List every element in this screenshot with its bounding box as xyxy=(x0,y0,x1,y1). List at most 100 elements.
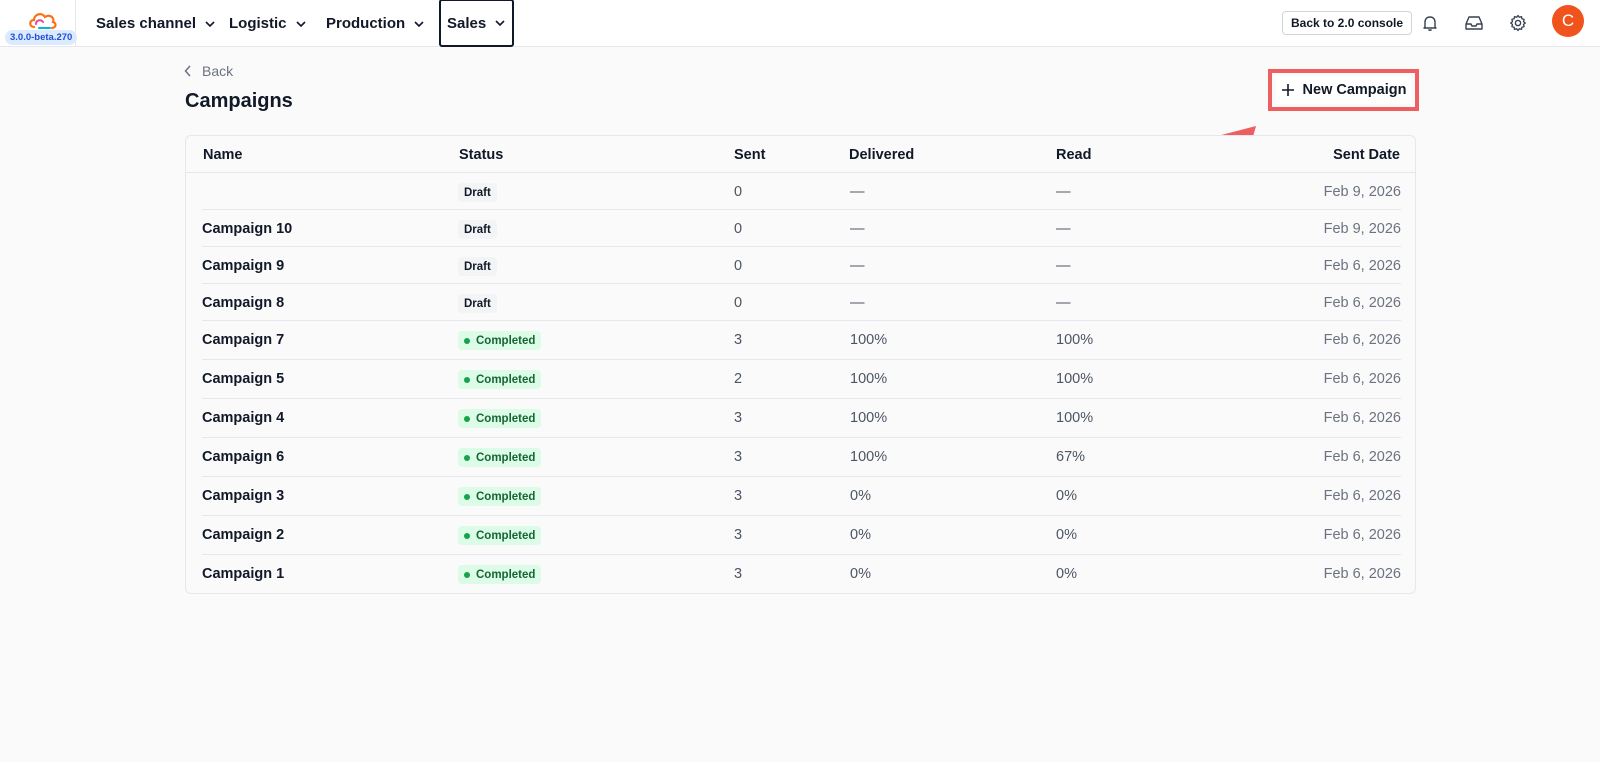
column-header-name[interactable]: Name xyxy=(203,147,243,163)
status-dot-icon xyxy=(464,532,470,539)
read-rate: 100% xyxy=(1056,371,1094,387)
sent-count: 3 xyxy=(734,488,743,504)
nav-production[interactable]: Production xyxy=(326,0,425,47)
sent-date: Feb 6, 2026 xyxy=(1323,371,1401,387)
table-row[interactable]: Campaign 6 Completed 3 100% 67% Feb 6, 2026 xyxy=(202,438,1401,477)
back-to-console-button[interactable]: Back to 2.0 console xyxy=(1282,11,1413,35)
sent-date: Feb 9, 2026 xyxy=(1323,184,1401,200)
nav-logistic[interactable]: Logistic xyxy=(229,0,307,47)
nav-sales-channel[interactable]: Sales channel xyxy=(96,0,216,47)
sent-date: Feb 6, 2026 xyxy=(1323,566,1401,582)
campaign-name[interactable]: Campaign 5 xyxy=(202,371,284,387)
column-header-status[interactable]: Status xyxy=(459,147,503,163)
read-rate: 0% xyxy=(1056,527,1077,543)
sent-count: 3 xyxy=(734,527,743,543)
chevron-left-icon xyxy=(184,65,191,77)
read-rate: 0% xyxy=(1056,566,1077,582)
nav-label: Sales xyxy=(447,14,487,32)
status-label: Draft xyxy=(464,260,491,273)
new-campaign-button[interactable]: New Campaign xyxy=(1276,76,1411,104)
inbox-icon[interactable] xyxy=(1463,12,1485,34)
status-dot-icon xyxy=(464,376,470,383)
campaign-name[interactable]: Campaign 8 xyxy=(202,295,284,311)
table-row[interactable]: Campaign 2 Completed 3 0% 0% Feb 6, 2026 xyxy=(202,516,1401,555)
sent-count: 0 xyxy=(734,184,743,200)
read-rate: 67% xyxy=(1056,449,1086,465)
nav-label: Logistic xyxy=(229,15,287,32)
status-dot-icon xyxy=(464,493,470,500)
status-badge: Completed xyxy=(458,448,542,467)
status-dot-icon xyxy=(464,571,470,578)
campaign-name[interactable]: Campaign 4 xyxy=(202,410,284,426)
status-label: Completed xyxy=(476,334,536,347)
campaign-name[interactable]: Campaign 3 xyxy=(202,488,284,504)
status-badge: Completed xyxy=(458,331,542,350)
table-row[interactable]: Campaign 5 Completed 2 100% 100% Feb 6, 2026 xyxy=(202,360,1401,399)
sent-count: 3 xyxy=(734,410,743,426)
column-header-sent[interactable]: Sent xyxy=(734,147,765,163)
status-badge: Completed xyxy=(458,487,542,506)
plus-icon xyxy=(1281,84,1294,96)
sent-count: 3 xyxy=(734,449,743,465)
status-badge: Completed xyxy=(458,370,542,389)
table-row[interactable]: Draft 0 — — Feb 9, 2026 xyxy=(202,173,1401,210)
status-label: Completed xyxy=(476,490,536,503)
delivered-rate: 0% xyxy=(850,566,871,582)
sent-count: 0 xyxy=(734,295,743,311)
status-badge: Draft xyxy=(458,257,497,276)
status-badge: Completed xyxy=(458,565,542,584)
status-label: Completed xyxy=(476,451,536,464)
campaign-name[interactable]: Campaign 7 xyxy=(202,332,284,348)
column-header-sent-date[interactable]: Sent Date xyxy=(1333,147,1400,163)
sent-count: 3 xyxy=(734,566,743,582)
campaign-name[interactable]: Campaign 1 xyxy=(202,566,284,582)
column-header-read[interactable]: Read xyxy=(1056,147,1091,163)
nav-sales[interactable]: Sales xyxy=(439,0,515,47)
status-label: Draft xyxy=(464,186,491,199)
status-badge: Draft xyxy=(458,294,497,313)
nav-label: Production xyxy=(326,15,406,32)
back-link[interactable]: Back xyxy=(184,63,233,79)
sent-date: Feb 6, 2026 xyxy=(1323,410,1401,426)
delivered-rate: 100% xyxy=(850,449,888,465)
read-rate: 0% xyxy=(1056,488,1077,504)
chevron-down-icon xyxy=(295,20,306,27)
user-avatar[interactable]: C xyxy=(1552,5,1584,37)
campaign-name[interactable]: Campaign 6 xyxy=(202,449,284,465)
status-dot-icon xyxy=(464,337,470,344)
chevron-down-icon xyxy=(495,20,505,27)
sent-count: 2 xyxy=(734,371,743,387)
nav-label: Sales channel xyxy=(96,15,197,32)
delivered-rate: — xyxy=(850,295,865,311)
status-label: Draft xyxy=(464,223,491,236)
table-row[interactable]: Campaign 9 Draft 0 — — Feb 6, 2026 xyxy=(202,247,1401,284)
delivered-rate: 100% xyxy=(850,410,888,426)
delivered-rate: 100% xyxy=(850,371,888,387)
column-header-delivered[interactable]: Delivered xyxy=(849,147,914,163)
sent-date: Feb 6, 2026 xyxy=(1323,449,1401,465)
status-label: Completed xyxy=(476,568,536,581)
sent-date: Feb 6, 2026 xyxy=(1323,527,1401,543)
delivered-rate: — xyxy=(850,258,865,274)
read-rate: 100% xyxy=(1056,332,1094,348)
version-badge: 3.0.0-beta.270 xyxy=(5,30,78,45)
campaign-name[interactable]: Campaign 2 xyxy=(202,527,284,543)
gear-icon[interactable] xyxy=(1507,12,1529,34)
status-badge: Draft xyxy=(458,183,497,202)
campaign-name[interactable]: Campaign 10 xyxy=(202,221,292,237)
sent-date: Feb 6, 2026 xyxy=(1323,258,1401,274)
new-campaign-label: New Campaign xyxy=(1302,82,1407,98)
table-row[interactable]: Campaign 8 Draft 0 — — Feb 6, 2026 xyxy=(202,284,1401,321)
page-title: Campaigns xyxy=(185,90,293,112)
table-row[interactable]: Campaign 1 Completed 3 0% 0% Feb 6, 2026 xyxy=(202,555,1401,594)
back-label: Back xyxy=(202,63,234,79)
campaign-name[interactable]: Campaign 9 xyxy=(202,258,284,274)
table-row[interactable]: Campaign 4 Completed 3 100% 100% Feb 6, 2026 xyxy=(202,399,1401,438)
table-row[interactable]: Campaign 10 Draft 0 — — Feb 9, 2026 xyxy=(202,210,1401,247)
table-row[interactable]: Campaign 3 Completed 3 0% 0% Feb 6, 2026 xyxy=(202,477,1401,516)
table-row[interactable]: Campaign 7 Completed 3 100% 100% Feb 6, 2026 xyxy=(202,321,1401,360)
logo-area[interactable]: 3.0.0-beta.270 xyxy=(0,0,78,47)
status-label: Draft xyxy=(464,297,491,310)
bell-icon[interactable] xyxy=(1419,12,1441,34)
read-rate: — xyxy=(1056,221,1071,237)
